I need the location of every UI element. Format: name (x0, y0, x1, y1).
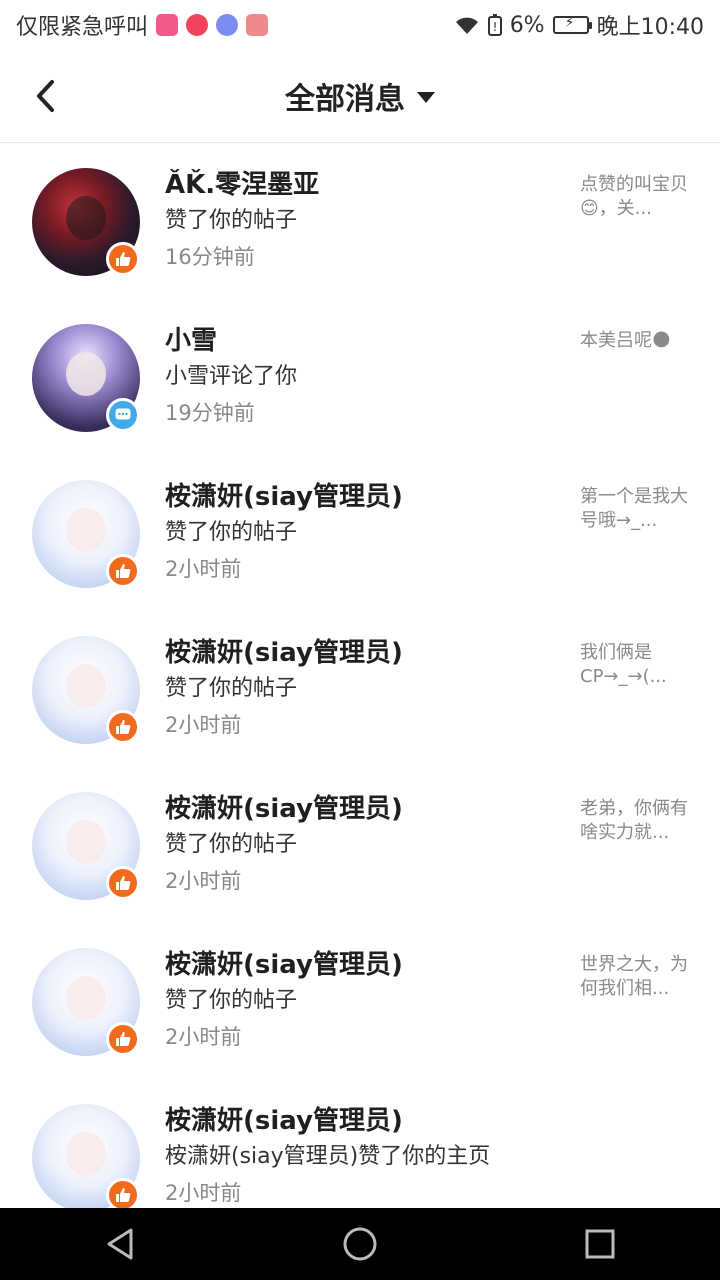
square-recents-icon (585, 1229, 615, 1259)
message-time: 2小时前 (165, 1181, 242, 1205)
sender-name[interactable]: ǍǨ.零涅墨亚 (165, 167, 565, 203)
thumbs-up-icon (116, 1188, 131, 1202)
message-action: 小雪评论了你 (165, 364, 298, 389)
header: 全部消息 (0, 50, 720, 143)
app-notification-icon (186, 14, 209, 36)
status-bar: 仅限紧急呼叫 ! 6% ⚡ 晚上10:40 (0, 0, 720, 50)
avatar-face (66, 820, 106, 864)
like-badge (106, 866, 140, 900)
like-badge (106, 710, 140, 744)
message-row[interactable]: 桉潇妍(siay管理员) 赞了你的帖子 2小时前 世界之大，为何我们相... (0, 923, 720, 1079)
thumbs-up-icon (116, 1032, 131, 1046)
message-action: 赞了你的帖子 (165, 832, 298, 857)
battery-percent: 6% (509, 12, 545, 38)
thumbs-up-icon (116, 564, 131, 578)
wifi-icon (455, 17, 478, 34)
message-row[interactable]: 桉潇妍(siay管理员) 赞了你的帖子 2小时前 第一个是我大号哦→_... (0, 455, 720, 611)
message-row[interactable]: 小雪小雪评论了你 19分钟前 本美吕呢🌑 (0, 299, 720, 455)
back-nav-button[interactable] (90, 1214, 150, 1274)
message-content: 桉潇妍(siay管理员) 赞了你的帖子 2小时前 (165, 479, 565, 587)
message-row[interactable]: 桉潇妍(siay管理员) 赞了你的帖子 2小时前 我们俩是CP→_→(... (0, 611, 720, 767)
sender-name[interactable]: 桉潇妍(siay管理员) (165, 947, 565, 983)
message-row[interactable]: ǍǨ.零涅墨亚赞了你的帖子 16分钟前 点赞的叫宝贝😊，关... (0, 143, 720, 299)
music-app-icon (216, 14, 239, 36)
message-action: 赞了你的帖子 (165, 676, 298, 701)
dropdown-caret-icon (417, 91, 435, 103)
message-time: 2小时前 (165, 713, 242, 737)
thumbs-up-icon (116, 720, 131, 734)
like-badge (106, 1178, 140, 1212)
back-arrow-icon (37, 80, 54, 112)
like-badge (106, 554, 140, 588)
avatar-face (66, 352, 106, 396)
message-content: 桉潇妍(siay管理员) 赞了你的帖子 2小时前 (165, 947, 565, 1055)
battery-icon: ⚡ (552, 15, 592, 34)
triangle-back-icon (107, 1228, 133, 1260)
avatar-face (66, 1132, 106, 1176)
post-preview[interactable]: 第一个是我大号哦→_... (580, 485, 688, 533)
back-button[interactable] (26, 76, 66, 116)
comment-icon (115, 408, 131, 420)
message-time: 19分钟前 (165, 401, 255, 425)
system-nav-bar (0, 1208, 720, 1280)
message-filter-dropdown[interactable]: 全部消息 (285, 74, 435, 118)
message-content: 桉潇妍(siay管理员) 赞了你的帖子 2小时前 (165, 791, 565, 899)
message-time: 2小时前 (165, 557, 242, 581)
post-preview[interactable]: 世界之大，为何我们相... (580, 953, 688, 1001)
circle-home-icon (343, 1227, 377, 1261)
thumbs-up-icon (116, 252, 131, 266)
message-list: ǍǨ.零涅墨亚赞了你的帖子 16分钟前 点赞的叫宝贝😊，关... 小雪小雪评论了你 19… (0, 143, 720, 1235)
sender-name[interactable]: 桉潇妍(siay管理员) (165, 1103, 565, 1139)
message-action: 赞了你的帖子 (165, 988, 298, 1013)
status-left: 仅限紧急呼叫 (16, 9, 269, 41)
message-time: 16分钟前 (165, 245, 255, 269)
recents-nav-button[interactable] (570, 1214, 630, 1274)
home-nav-button[interactable] (330, 1214, 390, 1274)
svg-text:!: ! (492, 20, 497, 34)
message-row[interactable]: 桉潇妍(siay管理员) 赞了你的帖子 2小时前 老弟，你俩有啥实力就... (0, 767, 720, 923)
message-time: 2小时前 (165, 869, 242, 893)
avatar-face (66, 508, 106, 552)
message-content: 桉潇妍(siay管理员) 赞了你的帖子 2小时前 (165, 635, 565, 743)
message-action: 赞了你的帖子 (165, 208, 298, 233)
avatar-face (66, 976, 106, 1020)
post-preview[interactable]: 老弟，你俩有啥实力就... (580, 797, 688, 845)
post-preview[interactable]: 我们俩是CP→_→(... (580, 641, 688, 689)
like-badge (106, 1022, 140, 1056)
message-content: ǍǨ.零涅墨亚赞了你的帖子 16分钟前 (165, 167, 565, 275)
page-title: 全部消息 (285, 82, 405, 117)
post-preview[interactable]: 本美吕呢🌑 (580, 329, 688, 353)
sender-name[interactable]: 桉潇妍(siay管理员) (165, 635, 565, 671)
message-content: 小雪小雪评论了你 19分钟前 (165, 323, 565, 431)
battery-alert-icon: ! (487, 14, 502, 36)
avatar-face (66, 196, 106, 240)
clock: 晚上10:40 (596, 15, 704, 40)
app-notification-icon (246, 14, 269, 36)
message-content: 桉潇妍(siay管理员) 桉潇妍(siay管理员)赞了你的主页 2小时前 (165, 1103, 565, 1211)
message-action: 赞了你的帖子 (165, 520, 298, 545)
message-time: 2小时前 (165, 1025, 242, 1049)
post-preview[interactable]: 点赞的叫宝贝😊，关... (580, 173, 688, 221)
carrier-text: 仅限紧急呼叫 (16, 15, 149, 40)
like-badge (106, 242, 140, 276)
avatar-face (66, 664, 106, 708)
sender-name[interactable]: 桉潇妍(siay管理员) (165, 791, 565, 827)
status-right: ! 6% ⚡ 晚上10:40 (454, 9, 704, 41)
app-notification-icon (156, 14, 179, 36)
thumbs-up-icon (116, 876, 131, 890)
sender-name[interactable]: 小雪 (165, 323, 565, 359)
message-action: 桉潇妍(siay管理员)赞了你的主页 (165, 1144, 491, 1169)
comment-badge (106, 398, 140, 432)
sender-name[interactable]: 桉潇妍(siay管理员) (165, 479, 565, 515)
